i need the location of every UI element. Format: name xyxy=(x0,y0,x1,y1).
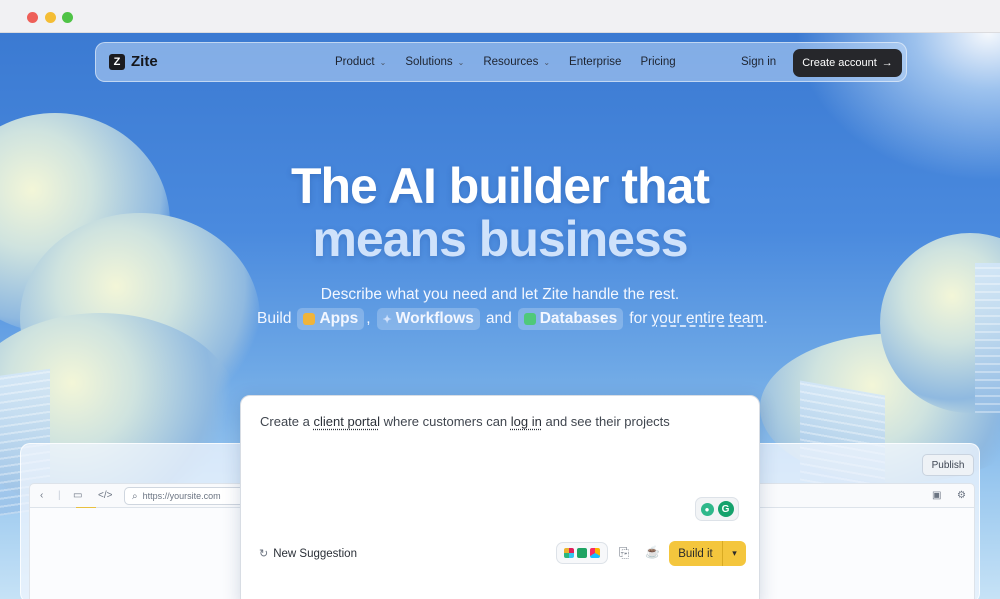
writing-assistant-badge[interactable]: ● G xyxy=(695,497,739,521)
nav-resources[interactable]: Resources ⌄ xyxy=(483,56,550,68)
grammarly-icon: G xyxy=(717,501,734,517)
nav-enterprise[interactable]: Enterprise xyxy=(569,56,621,68)
nav-enterprise-label: Enterprise xyxy=(569,56,622,68)
chip-databases[interactable]: Databases xyxy=(517,308,624,330)
chevron-down-icon[interactable]: ▾ xyxy=(722,541,746,566)
brand-name: Zite xyxy=(131,53,158,70)
hero-title-line2: means business xyxy=(312,211,688,267)
back-icon[interactable]: ‹ xyxy=(40,490,43,501)
prompt-keyword-log-in[interactable]: log in xyxy=(511,414,542,429)
create-account-label: Create account xyxy=(802,57,877,69)
brand-logo[interactable]: Z Zite xyxy=(109,53,158,70)
and-text: and xyxy=(485,310,512,327)
team-text[interactable]: your entire team xyxy=(651,310,763,328)
hero-subtitle: Describe what you need and let Zite hand… xyxy=(320,286,680,303)
arrow-right-icon: → xyxy=(881,57,893,69)
integrations-button[interactable] xyxy=(556,542,608,564)
nav-resources-label: Resources xyxy=(483,56,539,68)
chevron-down-icon: ⌄ xyxy=(457,57,465,67)
prompt-text-3: and see their projects xyxy=(545,414,670,429)
slack-icon xyxy=(564,548,574,558)
nav-product[interactable]: Product ⌄ xyxy=(335,56,386,68)
chip-workflows[interactable]: ✦ Workflows xyxy=(376,308,480,330)
top-navbar: Z Zite Product ⌄ Solutions ⌄ Resources ⌄ En… xyxy=(95,42,907,82)
device-icon[interactable]: ▣ xyxy=(932,490,941,501)
prompt-text-1: Create a xyxy=(260,414,310,429)
for-text: for xyxy=(629,310,648,327)
sheets-icon xyxy=(577,548,587,558)
nav-pricing-label: Pricing xyxy=(640,56,676,68)
comma: , xyxy=(366,310,371,327)
gear-icon[interactable]: ⚙ xyxy=(957,490,966,501)
sparkle-icon: ✦ xyxy=(382,313,392,326)
create-account-button[interactable]: Create account → xyxy=(793,49,902,77)
nav-product-label: Product xyxy=(335,56,375,68)
build-it-label[interactable]: Build it xyxy=(669,541,722,566)
chip-workflows-label: Workflows xyxy=(395,310,474,327)
code-icon[interactable]: </> xyxy=(98,490,112,501)
minimize-window-button[interactable] xyxy=(45,12,56,23)
close-window-button[interactable] xyxy=(27,12,38,23)
preview-url: https://yoursite.com xyxy=(142,491,221,501)
divider: | xyxy=(58,490,61,501)
new-suggestion-button[interactable]: ↻ New Suggestion xyxy=(259,547,357,561)
airtable-icon xyxy=(590,548,600,558)
nav-solutions-label: Solutions xyxy=(405,56,453,68)
prompt-text-2: where customers can xyxy=(383,414,508,429)
refresh-icon: ↻ xyxy=(259,548,269,560)
preview-tab-icon[interactable]: ▭ xyxy=(73,490,82,501)
chip-databases-label: Databases xyxy=(539,310,618,327)
assistant-icon: ● xyxy=(700,502,714,516)
chip-apps[interactable]: Apps xyxy=(297,308,365,330)
prompt-input[interactable]: Create a client portal where customers c… xyxy=(260,414,670,429)
build-prefix: Build xyxy=(257,310,292,327)
cube-icon xyxy=(303,313,316,325)
build-it-button[interactable]: Build it ▾ xyxy=(669,541,746,566)
page-viewport: Z Zite Product ⌄ Solutions ⌄ Resources ⌄ En… xyxy=(0,33,1000,599)
nav-links: Product ⌄ Solutions ⌄ Resources ⌄ Enterpris… xyxy=(335,56,676,68)
nav-pricing[interactable]: Pricing xyxy=(640,56,675,68)
prompt-box[interactable]: Create a client portal where customers c… xyxy=(240,395,760,599)
mug-icon[interactable]: ☕ xyxy=(645,545,660,559)
search-icon: ⌕ xyxy=(132,490,138,502)
chevron-down-icon: ⌄ xyxy=(543,57,551,67)
hero-build-line: Build Apps , ✦ Workflows and Databases f… xyxy=(257,308,768,330)
sign-in-link[interactable]: Sign in xyxy=(741,56,776,68)
period: . xyxy=(763,310,768,327)
maximize-window-button[interactable] xyxy=(62,12,73,23)
nav-solutions[interactable]: Solutions ⌄ xyxy=(405,56,464,68)
chevron-down-icon: ⌄ xyxy=(379,57,387,67)
chip-apps-label: Apps xyxy=(319,310,359,327)
hero-title-line1: The AI builder that xyxy=(290,158,710,214)
prompt-keyword-client-portal[interactable]: client portal xyxy=(314,414,380,429)
window-chrome xyxy=(0,0,1000,33)
grid-icon xyxy=(523,313,536,325)
publish-button[interactable]: Publish xyxy=(922,454,974,476)
new-suggestion-label: New Suggestion xyxy=(273,547,357,560)
logo-icon: Z xyxy=(109,53,125,70)
attach-icon[interactable]: ⎘ xyxy=(619,545,629,561)
